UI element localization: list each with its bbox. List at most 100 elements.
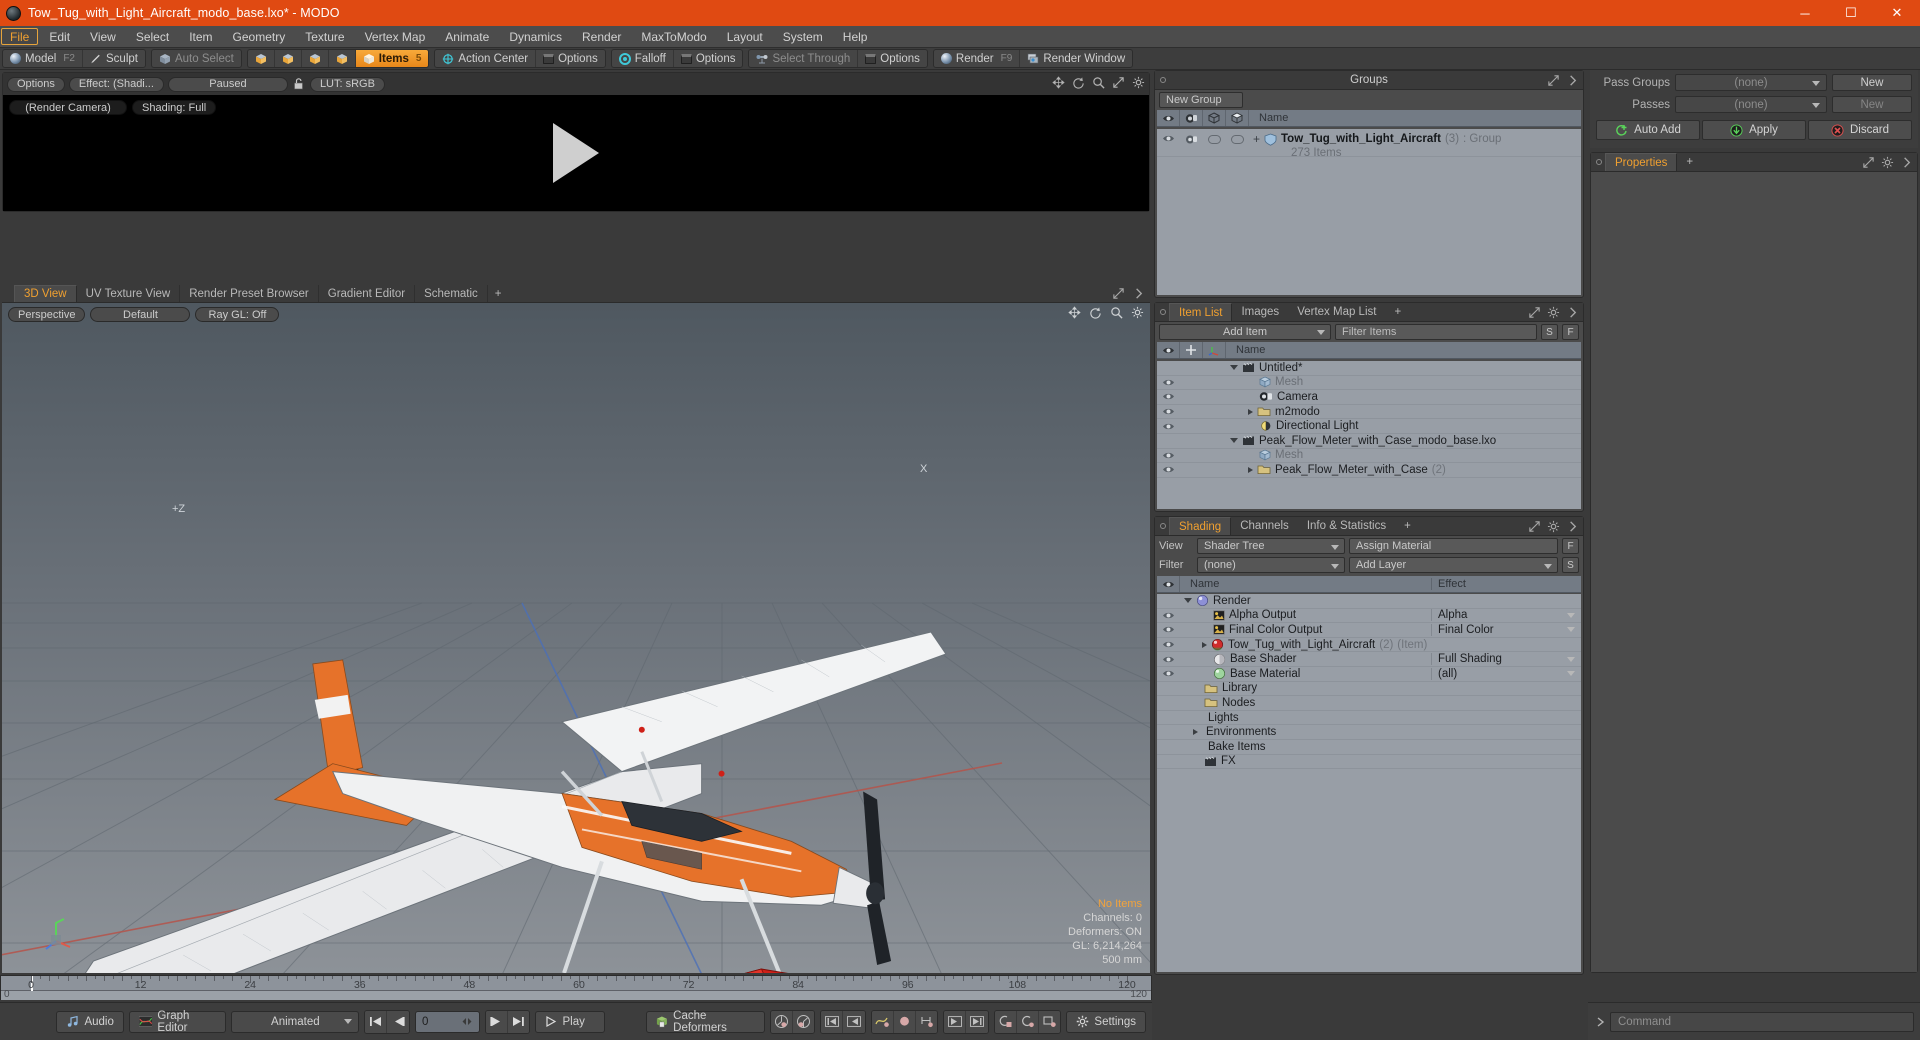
- 3d-viewport[interactable]: +Z X Perspective Default Ray GL: Off No …: [2, 303, 1150, 973]
- menu-item-maxtomodo[interactable]: MaxToModo: [631, 26, 716, 47]
- tab-uv-texture-view[interactable]: UV Texture View: [77, 285, 181, 302]
- list-item[interactable]: Environments: [1157, 725, 1581, 740]
- preview-paused-button[interactable]: Paused: [167, 76, 288, 92]
- new-group-button[interactable]: New Group: [1159, 92, 1243, 108]
- material-mode-button[interactable]: [329, 50, 356, 67]
- item-list-chevron-right-icon[interactable]: [1566, 306, 1579, 319]
- row-visibility-toggle[interactable]: [1157, 451, 1180, 460]
- groups-col-b[interactable]: [1226, 110, 1249, 126]
- maximize-button[interactable]: ☐: [1828, 0, 1874, 26]
- tab-channels[interactable]: Channels: [1231, 517, 1298, 535]
- range-start-button[interactable]: [944, 1010, 967, 1033]
- expand-arrow-icon[interactable]: [1202, 641, 1207, 648]
- step-forward-button[interactable]: [485, 1010, 508, 1033]
- animation-mode-select[interactable]: Animated: [231, 1010, 360, 1033]
- group-row-toggle-b[interactable]: [1226, 132, 1249, 144]
- prev-key-step-button[interactable]: [843, 1010, 865, 1033]
- shading-filter-select[interactable]: (none): [1197, 557, 1345, 573]
- shader-tree-select[interactable]: Shader Tree: [1197, 538, 1345, 554]
- chevron-right-icon[interactable]: [1132, 287, 1145, 300]
- shading-chevron-right-icon[interactable]: [1566, 520, 1579, 533]
- settings-button[interactable]: Settings: [1066, 1010, 1146, 1033]
- edge-mode-button[interactable]: [275, 50, 302, 67]
- prev-key-button[interactable]: [821, 1010, 844, 1033]
- viewport-settings-gear-icon[interactable]: [1131, 306, 1144, 319]
- passes-select[interactable]: (none): [1675, 96, 1827, 113]
- list-item[interactable]: Library: [1157, 682, 1581, 697]
- menu-item-file[interactable]: File: [1, 28, 39, 45]
- expand-arrow-icon[interactable]: [1248, 408, 1253, 415]
- row-visibility-toggle[interactable]: [1157, 625, 1180, 634]
- key-create-button[interactable]: [770, 1010, 793, 1033]
- action-center-options-button[interactable]: Options: [536, 50, 605, 67]
- preview-lut-button[interactable]: LUT: sRGB: [309, 76, 385, 92]
- tab-vertex-map-list[interactable]: Vertex Map List: [1288, 303, 1385, 321]
- list-item[interactable]: Nodes: [1157, 696, 1581, 711]
- item-list-body[interactable]: Untitled* Mesh Camera m2modo Directional Lig…: [1157, 361, 1581, 509]
- menu-item-render[interactable]: Render: [572, 26, 631, 47]
- command-chevron-icon[interactable]: [1594, 1016, 1606, 1028]
- menu-item-help[interactable]: Help: [833, 26, 878, 47]
- list-item[interactable]: Final Color Output Final Color: [1157, 623, 1581, 638]
- render-shading-button[interactable]: Shading: Full: [132, 100, 217, 115]
- groups-col-a[interactable]: [1203, 110, 1226, 126]
- menu-item-system[interactable]: System: [773, 26, 833, 47]
- list-item[interactable]: Peak_Flow_Meter_with_Case_modo_base.lxo: [1157, 434, 1581, 449]
- maximize-groups-icon[interactable]: [1547, 74, 1560, 87]
- filter-items-input[interactable]: Filter Items: [1335, 324, 1537, 340]
- assign-material-button[interactable]: Assign Material: [1349, 538, 1558, 554]
- list-item[interactable]: Lights: [1157, 711, 1581, 726]
- row-visibility-toggle[interactable]: [1157, 465, 1180, 474]
- list-item[interactable]: Base Shader Full Shading: [1157, 652, 1581, 667]
- tab-properties-add[interactable]: +: [1677, 153, 1702, 171]
- shading-f-button[interactable]: F: [1562, 538, 1579, 554]
- viewport-default-button[interactable]: Default: [90, 307, 191, 322]
- menu-item-select[interactable]: Select: [126, 26, 179, 47]
- group-row-visibility-toggle[interactable]: [1157, 132, 1180, 143]
- menu-item-layout[interactable]: Layout: [717, 26, 773, 47]
- tab-info-statistics[interactable]: Info & Statistics: [1298, 517, 1395, 535]
- auto-select-button[interactable]: Auto Select: [152, 50, 241, 67]
- falloff-options-button[interactable]: Options: [674, 50, 743, 67]
- menu-item-edit[interactable]: Edit: [39, 26, 80, 47]
- shading-gear-icon[interactable]: [1547, 520, 1560, 533]
- row-visibility-toggle[interactable]: [1157, 392, 1180, 401]
- item-col-axis[interactable]: [1203, 342, 1226, 358]
- list-item[interactable]: Render: [1157, 594, 1581, 609]
- unlock-icon[interactable]: [292, 77, 306, 91]
- viewport-zoom-icon[interactable]: [1110, 306, 1123, 319]
- tab-images[interactable]: Images: [1232, 303, 1288, 321]
- tab-schematic[interactable]: Schematic: [415, 285, 488, 302]
- properties-chevron-right-icon[interactable]: [1900, 156, 1913, 169]
- cache-deformers-button[interactable]: Cache Deformers: [646, 1010, 765, 1034]
- menu-item-vertex-map[interactable]: Vertex Map: [355, 26, 436, 47]
- rotate-icon[interactable]: [1072, 76, 1085, 89]
- falloff-button[interactable]: Falloff: [612, 50, 674, 67]
- list-item[interactable]: Mesh: [1157, 376, 1581, 391]
- new-pass-group-button[interactable]: New: [1832, 74, 1912, 91]
- tab-gradient-editor[interactable]: Gradient Editor: [319, 285, 416, 302]
- menu-item-dynamics[interactable]: Dynamics: [499, 26, 572, 47]
- step-back-button[interactable]: [387, 1010, 409, 1033]
- row-effect-cell[interactable]: Full Shading: [1431, 653, 1581, 666]
- groups-col-render[interactable]: [1180, 110, 1203, 126]
- table-row[interactable]: + Tow_Tug_with_Light_Aircraft (3) : Grou…: [1157, 129, 1581, 159]
- items-mode-button[interactable]: Items 5: [355, 50, 429, 67]
- list-item[interactable]: Tow_Tug_with_Light_Aircraft (2) (Item): [1157, 638, 1581, 653]
- expand-group-icon[interactable]: +: [1253, 132, 1260, 146]
- close-button[interactable]: ✕: [1874, 0, 1920, 26]
- list-item[interactable]: Base Material (all): [1157, 667, 1581, 682]
- group-row-toggle-a[interactable]: [1203, 132, 1226, 144]
- row-visibility-toggle[interactable]: [1157, 378, 1180, 387]
- item-list-gear-icon[interactable]: [1547, 306, 1560, 319]
- row-visibility-toggle[interactable]: [1157, 407, 1180, 416]
- row-effect-cell[interactable]: Final Color: [1431, 623, 1581, 636]
- polygon-mode-button[interactable]: [302, 50, 329, 67]
- list-item[interactable]: Untitled*: [1157, 361, 1581, 376]
- tab-item-list[interactable]: Item List: [1169, 303, 1233, 321]
- command-input[interactable]: Command: [1610, 1011, 1914, 1032]
- row-effect-cell[interactable]: Alpha: [1431, 609, 1581, 622]
- go-to-start-button[interactable]: [365, 1010, 388, 1033]
- timeline-ruler[interactable]: 0 12 24 36 48 60 72 84 96 108 120: [1, 976, 1151, 991]
- item-list-s-button[interactable]: S: [1541, 324, 1558, 340]
